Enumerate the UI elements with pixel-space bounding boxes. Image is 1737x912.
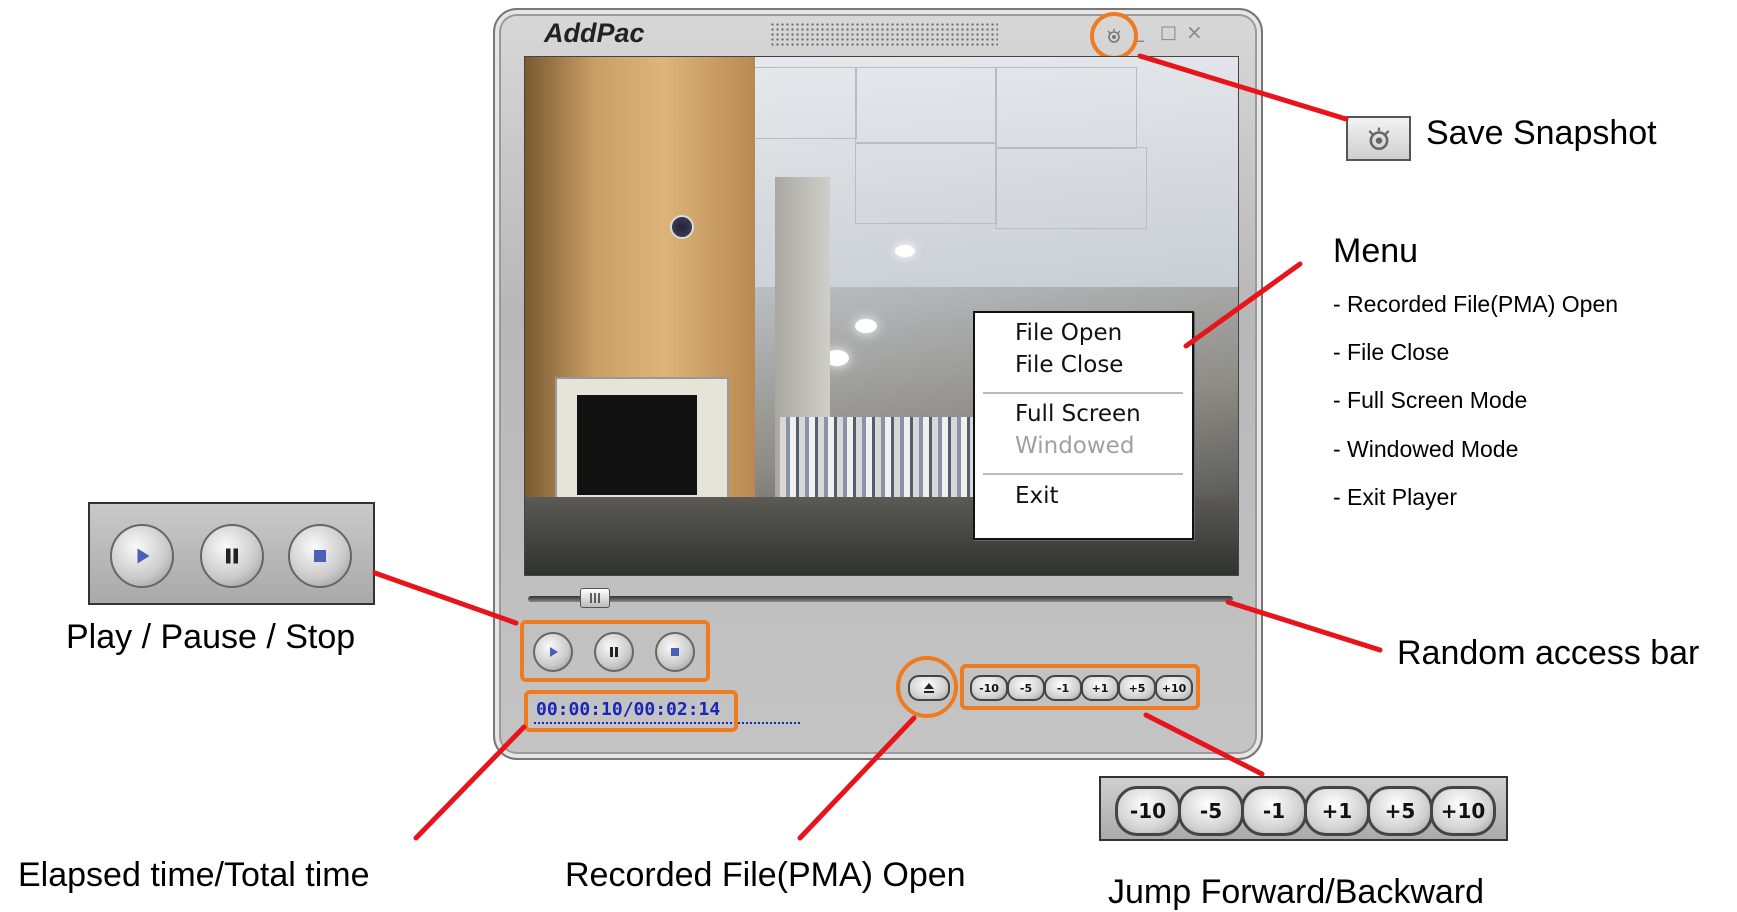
leader-lines	[372, 53, 1383, 841]
leader-random-bar	[1225, 599, 1383, 653]
leader-play	[372, 570, 519, 626]
leader-open	[797, 715, 917, 841]
leader-menu	[1183, 261, 1303, 349]
leader-timer	[413, 724, 527, 841]
leader-jump	[1143, 712, 1265, 777]
leader-snapshot	[1137, 53, 1349, 122]
